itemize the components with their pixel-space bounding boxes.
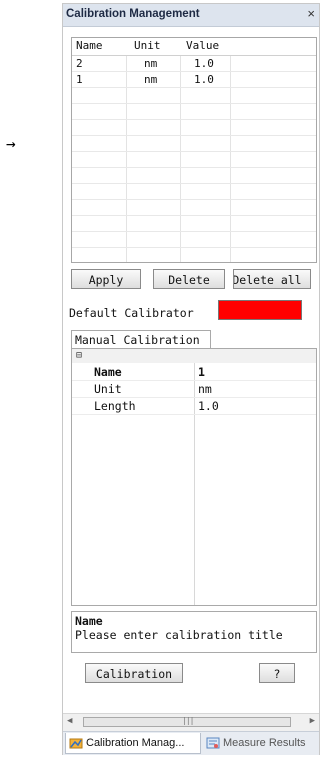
- scroll-grip-icon: |||: [182, 716, 194, 725]
- property-label: Length: [94, 399, 136, 413]
- tab-measure-results[interactable]: Measure Results: [203, 733, 319, 754]
- row-value: 1.0: [194, 57, 214, 70]
- empty-row: [72, 200, 316, 216]
- property-value[interactable]: 1: [198, 365, 205, 379]
- description-text: Please enter calibration title: [75, 628, 283, 642]
- row-unit: nm: [144, 57, 158, 70]
- description-title: Name: [75, 614, 103, 628]
- empty-row: [72, 184, 316, 200]
- help-button[interactable]: ?: [259, 663, 295, 683]
- empty-row: [72, 232, 316, 248]
- measure-results-icon: [206, 737, 220, 749]
- list-header: Name Unit Value: [72, 38, 316, 56]
- tab-label: Calibration Manag...: [86, 737, 185, 749]
- table-row[interactable]: 1 nm 1.0: [72, 72, 316, 88]
- empty-row: [72, 104, 316, 120]
- empty-row: [72, 216, 316, 232]
- calibration-list[interactable]: Name Unit Value 2 nm 1.0 1 nm 1.0: [71, 37, 317, 263]
- row-unit: nm: [144, 73, 158, 86]
- property-description: Name Please enter calibration title: [71, 611, 317, 653]
- property-row-length[interactable]: Length 1.0: [72, 398, 316, 415]
- empty-row: [72, 152, 316, 168]
- property-value[interactable]: 1.0: [198, 399, 219, 413]
- calibration-panel: Calibration Management × Name Unit Value…: [62, 3, 320, 755]
- empty-row: [72, 120, 316, 136]
- property-label: Unit: [94, 382, 122, 396]
- calibration-button[interactable]: Calibration: [85, 663, 183, 683]
- row-name: 2: [76, 57, 83, 70]
- property-label: Name: [94, 365, 122, 379]
- calibration-icon: [69, 738, 83, 749]
- panel-title: Calibration Management: [66, 8, 200, 20]
- property-row-name[interactable]: Name 1: [72, 364, 316, 381]
- property-value[interactable]: nm: [198, 382, 212, 396]
- column-header-value[interactable]: Value: [186, 39, 219, 52]
- scroll-left-icon[interactable]: ◀: [67, 716, 72, 726]
- tab-label: Measure Results: [223, 737, 306, 749]
- property-category-row: ⊟: [72, 349, 316, 363]
- table-row[interactable]: 2 nm 1.0: [72, 56, 316, 72]
- empty-row: [72, 88, 316, 104]
- close-icon[interactable]: ×: [307, 6, 315, 21]
- property-row-unit[interactable]: Unit nm: [72, 381, 316, 398]
- scroll-right-icon[interactable]: ▶: [310, 716, 315, 726]
- bottom-tab-bar: Calibration Manag... Measure Results: [63, 731, 319, 755]
- delete-button[interactable]: Delete: [153, 269, 225, 289]
- annotation-arrow: →: [6, 134, 16, 153]
- default-calibrator-label: Default Calibrator: [69, 306, 194, 320]
- apply-button[interactable]: Apply: [71, 269, 141, 289]
- column-header-name[interactable]: Name: [76, 39, 103, 52]
- column-header-unit[interactable]: Unit: [134, 39, 161, 52]
- empty-row: [72, 168, 316, 184]
- property-grid: ⊟ Name 1 Unit nm Length 1.0: [71, 348, 317, 606]
- delete-all-button[interactable]: Delete all: [233, 269, 311, 289]
- panel-titlebar: Calibration Management ×: [63, 4, 319, 27]
- horizontal-scrollbar[interactable]: ◀ ||| ▶: [63, 713, 319, 731]
- tab-calibration-management[interactable]: Calibration Manag...: [65, 733, 201, 754]
- default-calibrator-color-swatch[interactable]: [218, 300, 302, 320]
- row-name: 1: [76, 73, 83, 86]
- row-value: 1.0: [194, 73, 214, 86]
- empty-row: [72, 136, 316, 152]
- tab-manual-calibration[interactable]: Manual Calibration: [71, 330, 211, 348]
- collapse-icon[interactable]: ⊟: [76, 350, 82, 361]
- scrollbar-thumb[interactable]: |||: [83, 716, 291, 727]
